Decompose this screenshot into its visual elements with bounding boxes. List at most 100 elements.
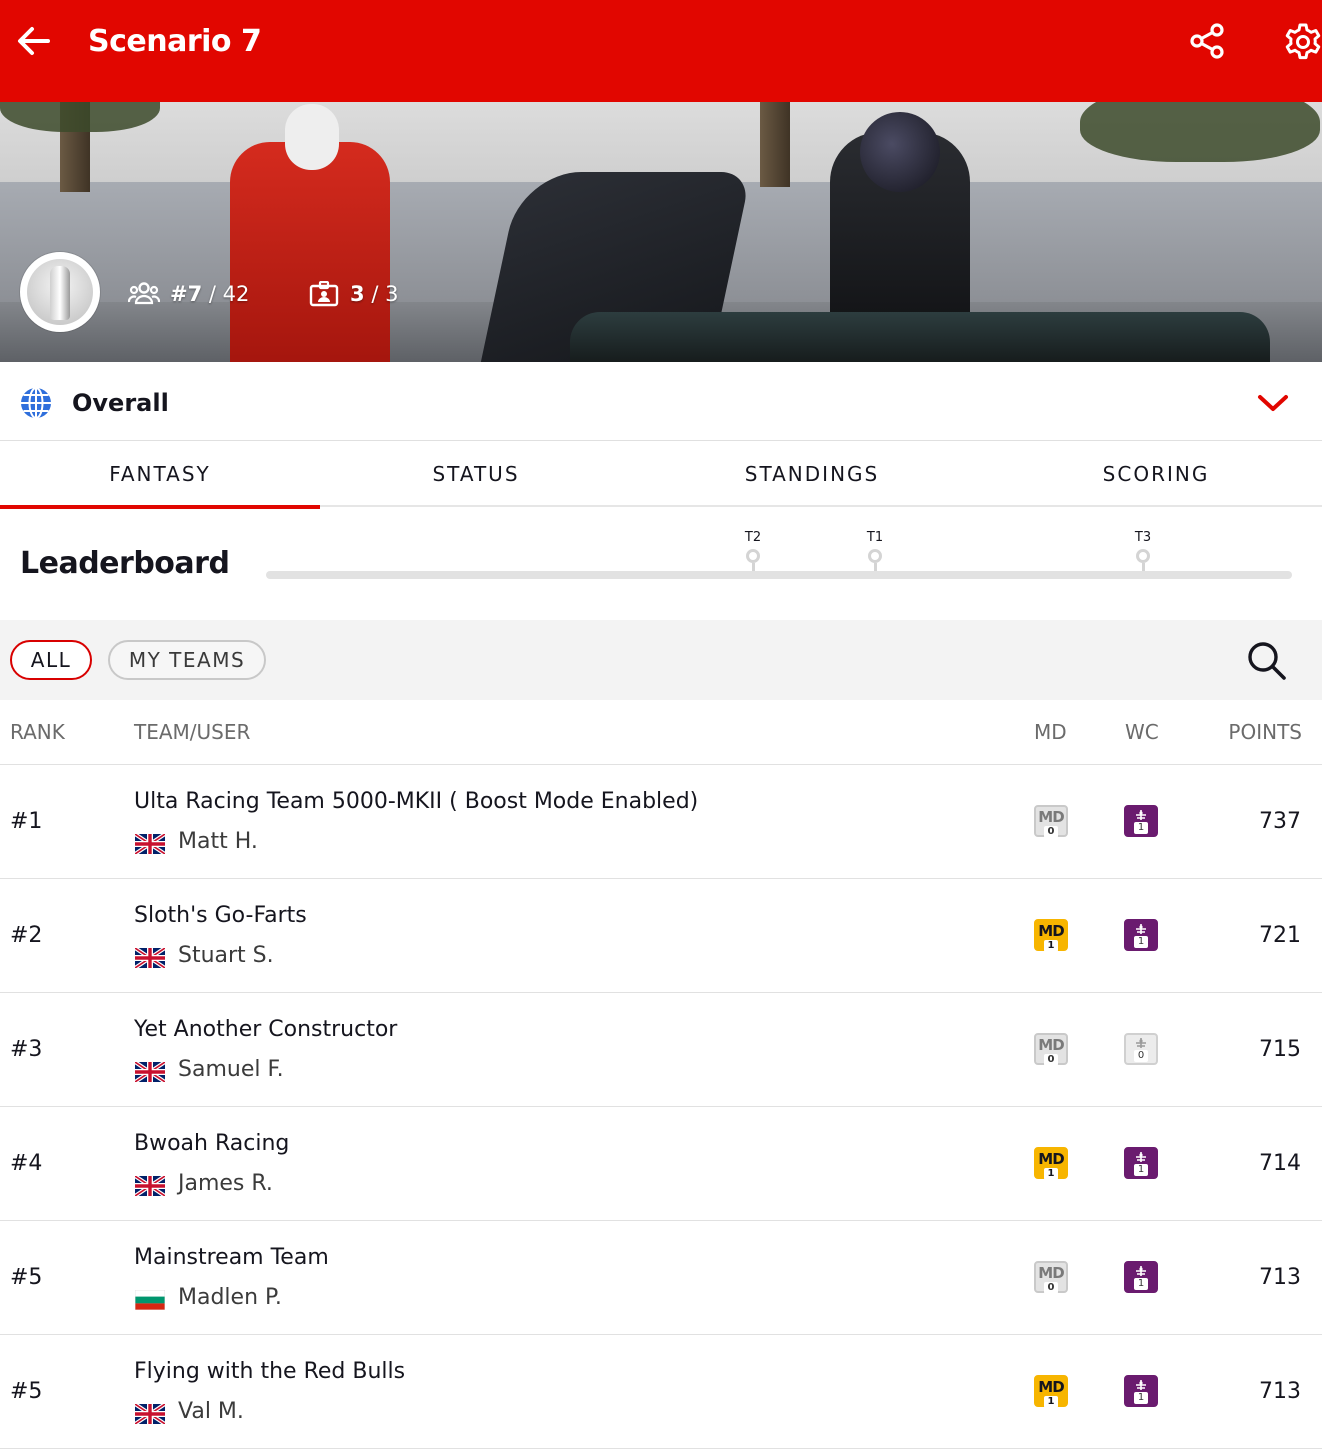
id-badge-icon xyxy=(309,281,339,307)
wildcard-badge: 0 xyxy=(1124,1033,1158,1065)
tab-status[interactable]: STATUS xyxy=(316,441,636,507)
wildcard-count: 1 xyxy=(1134,1164,1148,1176)
row-rank: #5 xyxy=(10,1265,43,1290)
mega-driver-count: 1 xyxy=(1044,940,1058,952)
table-row[interactable]: #1 Ulta Racing Team 5000-MKII ( Boost Mod… xyxy=(0,765,1322,879)
league-rank-value: #7 xyxy=(170,282,203,306)
row-points: 715 xyxy=(1259,1037,1301,1062)
column-header-md: MD xyxy=(1034,720,1067,744)
row-rank: #3 xyxy=(10,1037,43,1062)
mega-driver-label: MD xyxy=(1038,1150,1064,1168)
timeline-marker-label: T2 xyxy=(744,530,762,545)
row-rank: #1 xyxy=(10,809,43,834)
table-row[interactable]: #5 Flying with the Red Bulls Val M. MD 1 1 713 xyxy=(0,1335,1322,1449)
tab-fantasy[interactable]: FANTASY xyxy=(0,441,320,509)
mega-driver-label: MD xyxy=(1038,1036,1064,1054)
mega-driver-badge: MD 1 xyxy=(1034,1375,1068,1408)
wildcard-badge: 1 xyxy=(1124,1261,1158,1293)
timeline-marker-label: T3 xyxy=(1134,530,1152,545)
row-team-name[interactable]: Flying with the Red Bulls xyxy=(134,1359,405,1384)
flag-uk-icon xyxy=(135,1062,165,1082)
row-team-name[interactable]: Sloth's Go-Farts xyxy=(134,903,307,928)
wildcard-count: 1 xyxy=(1134,1392,1148,1404)
row-user-name: Samuel F. xyxy=(178,1057,284,1082)
wildcard-icon xyxy=(1126,1038,1156,1048)
gear-icon[interactable] xyxy=(1283,22,1322,62)
row-team-name[interactable]: Mainstream Team xyxy=(134,1245,329,1270)
mega-driver-label: MD xyxy=(1038,808,1064,826)
hero-car xyxy=(570,312,1270,362)
table-row[interactable]: #4 Bwoah Racing James R. MD 1 1 714 xyxy=(0,1107,1322,1221)
hero-foliage xyxy=(1080,102,1320,162)
row-user-name: James R. xyxy=(178,1171,273,1196)
mega-driver-count: 1 xyxy=(1044,1396,1058,1408)
hero-foliage xyxy=(0,102,160,132)
row-team-name[interactable]: Ulta Racing Team 5000-MKII ( Boost Mode … xyxy=(134,789,698,814)
row-rank: #2 xyxy=(10,923,43,948)
flag-uk-icon xyxy=(135,1176,165,1196)
mega-driver-badge: MD 1 xyxy=(1034,919,1068,952)
flag-uk-icon xyxy=(135,948,165,968)
timeline-marker-t2[interactable]: T2 xyxy=(738,530,768,571)
wildcard-icon xyxy=(1126,924,1156,934)
wildcard-icon xyxy=(1126,1380,1156,1390)
filter-my-teams-button[interactable]: MY TEAMS xyxy=(108,640,266,680)
mega-driver-badge: MD 0 xyxy=(1034,1261,1068,1294)
mega-driver-count: 0 xyxy=(1044,1282,1058,1294)
row-points: 713 xyxy=(1259,1379,1301,1404)
league-teams-stat: 3 / 3 xyxy=(308,281,398,307)
hero-helmet xyxy=(860,112,940,192)
flag-uk-icon xyxy=(135,1404,165,1424)
row-team-name[interactable]: Bwoah Racing xyxy=(134,1131,289,1156)
mega-driver-badge: MD 0 xyxy=(1034,1033,1068,1066)
wildcard-icon xyxy=(1126,1266,1156,1276)
mega-driver-label: MD xyxy=(1038,1378,1064,1396)
row-points: 713 xyxy=(1259,1265,1301,1290)
table-row[interactable]: #5 Mainstream Team Madlen P. MD 0 1 713 xyxy=(0,1221,1322,1335)
leaderboard-table-header: RANK TEAM/USER MD WC POINTS xyxy=(0,700,1322,765)
wildcard-icon xyxy=(1126,1152,1156,1162)
mega-driver-count: 0 xyxy=(1044,826,1058,838)
users-icon xyxy=(128,282,160,305)
page-title: Scenario 7 xyxy=(88,24,262,59)
search-icon[interactable] xyxy=(1244,638,1288,682)
chevron-down-icon[interactable] xyxy=(1256,392,1290,414)
league-selector[interactable]: Overall xyxy=(0,362,1322,441)
row-user-name: Stuart S. xyxy=(178,943,274,968)
timeline-marker-t3[interactable]: T3 xyxy=(1128,530,1158,571)
row-user-name: Madlen P. xyxy=(178,1285,282,1310)
row-points: 714 xyxy=(1259,1151,1301,1176)
globe-icon xyxy=(21,387,51,419)
column-header-team: TEAM/USER xyxy=(134,720,251,744)
tab-standings[interactable]: STANDINGS xyxy=(652,441,972,507)
mega-driver-badge: MD 0 xyxy=(1034,805,1068,838)
row-team-name[interactable]: Yet Another Constructor xyxy=(134,1017,397,1042)
mega-driver-label: MD xyxy=(1038,1264,1064,1282)
mega-driver-label: MD xyxy=(1038,922,1064,940)
wildcard-count: 0 xyxy=(1134,1050,1148,1062)
leaderboard-title: Leaderboard xyxy=(20,546,230,581)
league-teams-total: / 3 xyxy=(371,282,399,306)
wildcard-badge: 1 xyxy=(1124,919,1158,951)
table-row[interactable]: #3 Yet Another Constructor Samuel F. MD 0 0 71… xyxy=(0,993,1322,1107)
hero-marshal-figure xyxy=(230,104,390,362)
wildcard-badge: 1 xyxy=(1124,1147,1158,1179)
share-icon[interactable] xyxy=(1188,22,1226,60)
filter-all-button[interactable]: ALL xyxy=(10,640,92,680)
league-name: Overall xyxy=(72,389,169,417)
league-teams-value: 3 xyxy=(350,282,365,306)
app-header: Scenario 7 xyxy=(0,0,1322,102)
leaderboard-timeline xyxy=(266,571,1292,579)
column-header-rank: RANK xyxy=(10,720,65,744)
back-arrow-icon[interactable] xyxy=(14,21,54,61)
league-hero-banner xyxy=(0,102,1322,362)
column-header-points: POINTS xyxy=(1228,720,1302,744)
wildcard-count: 1 xyxy=(1134,822,1148,834)
timeline-marker-label: T1 xyxy=(866,530,884,545)
tab-scoring[interactable]: SCORING xyxy=(996,441,1316,507)
league-rank-total: / 42 xyxy=(208,282,250,306)
timeline-marker-t1[interactable]: T1 xyxy=(860,530,890,571)
table-row[interactable]: #2 Sloth's Go-Farts Stuart S. MD 1 1 721 xyxy=(0,879,1322,993)
league-trophy-avatar xyxy=(20,252,100,332)
hero-palm xyxy=(760,102,790,187)
